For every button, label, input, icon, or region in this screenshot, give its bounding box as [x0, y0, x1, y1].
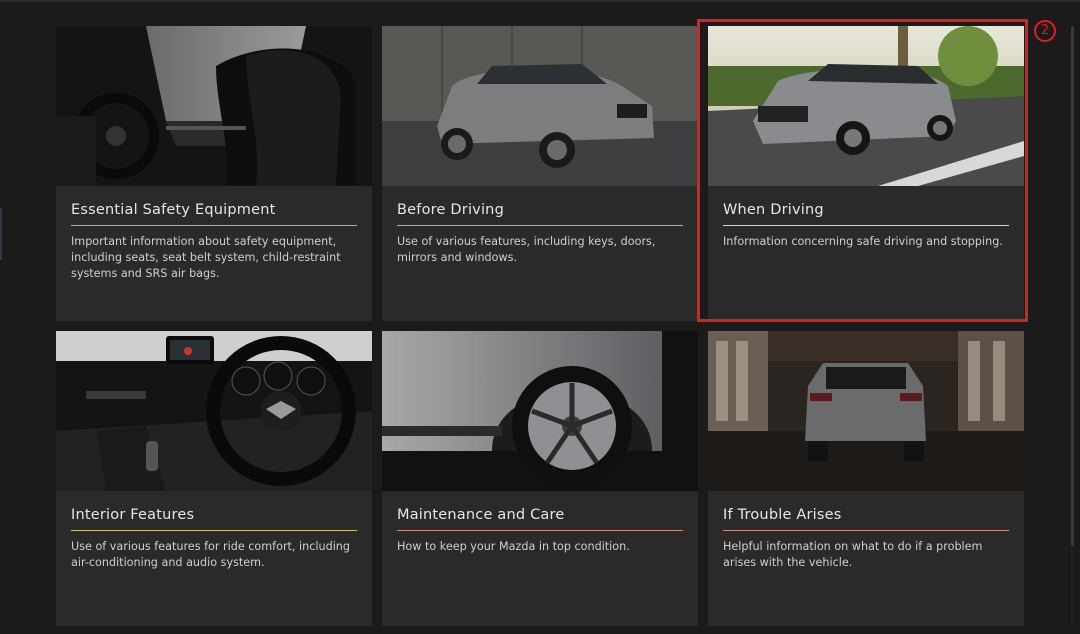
title-underline: [71, 225, 357, 226]
card-before-driving[interactable]: Before Driving Use of various features, …: [382, 26, 698, 321]
scrollbar-thumb[interactable]: [1071, 26, 1074, 546]
card-description: How to keep your Mazda in top condition.: [397, 540, 630, 553]
interior-seats-photo: [56, 26, 372, 186]
title-underline: [397, 225, 683, 226]
side-tab-indicator: [0, 208, 2, 260]
title-underline: [723, 530, 1009, 531]
card-title: Before Driving: [397, 202, 504, 218]
top-border: [0, 0, 1080, 2]
driving-suv-photo: [708, 26, 1024, 186]
card-description: Use of various features for ride comfort…: [71, 540, 350, 569]
title-underline: [723, 225, 1009, 226]
card-when-driving[interactable]: When Driving Information concerning safe…: [708, 26, 1024, 321]
card-interior-features[interactable]: Interior Features Use of various feature…: [56, 331, 372, 626]
title-underline: [71, 530, 357, 531]
wheel-closeup-photo: [382, 331, 698, 491]
callout-marker: 2: [1034, 20, 1056, 42]
suv-rear-photo: [708, 331, 1024, 491]
card-if-trouble-arises[interactable]: If Trouble Arises Helpful information on…: [708, 331, 1024, 626]
card-maintenance-and-care[interactable]: Maintenance and Care How to keep your Ma…: [382, 331, 698, 626]
dashboard-photo: [56, 331, 372, 491]
card-title: Maintenance and Care: [397, 507, 565, 523]
card-description: Important information about safety equip…: [71, 235, 341, 280]
card-description: Information concerning safe driving and …: [723, 235, 1003, 248]
card-essential-safety-equipment[interactable]: Essential Safety Equipment Important inf…: [56, 26, 372, 321]
card-title: If Trouble Arises: [723, 507, 842, 523]
card-description: Use of various features, including keys,…: [397, 235, 656, 264]
card-title: Interior Features: [71, 507, 195, 523]
parked-suv-photo: [382, 26, 698, 186]
title-underline: [397, 530, 683, 531]
card-description: Helpful information on what to do if a p…: [723, 540, 983, 569]
card-title: When Driving: [723, 202, 824, 218]
card-title: Essential Safety Equipment: [71, 202, 276, 218]
